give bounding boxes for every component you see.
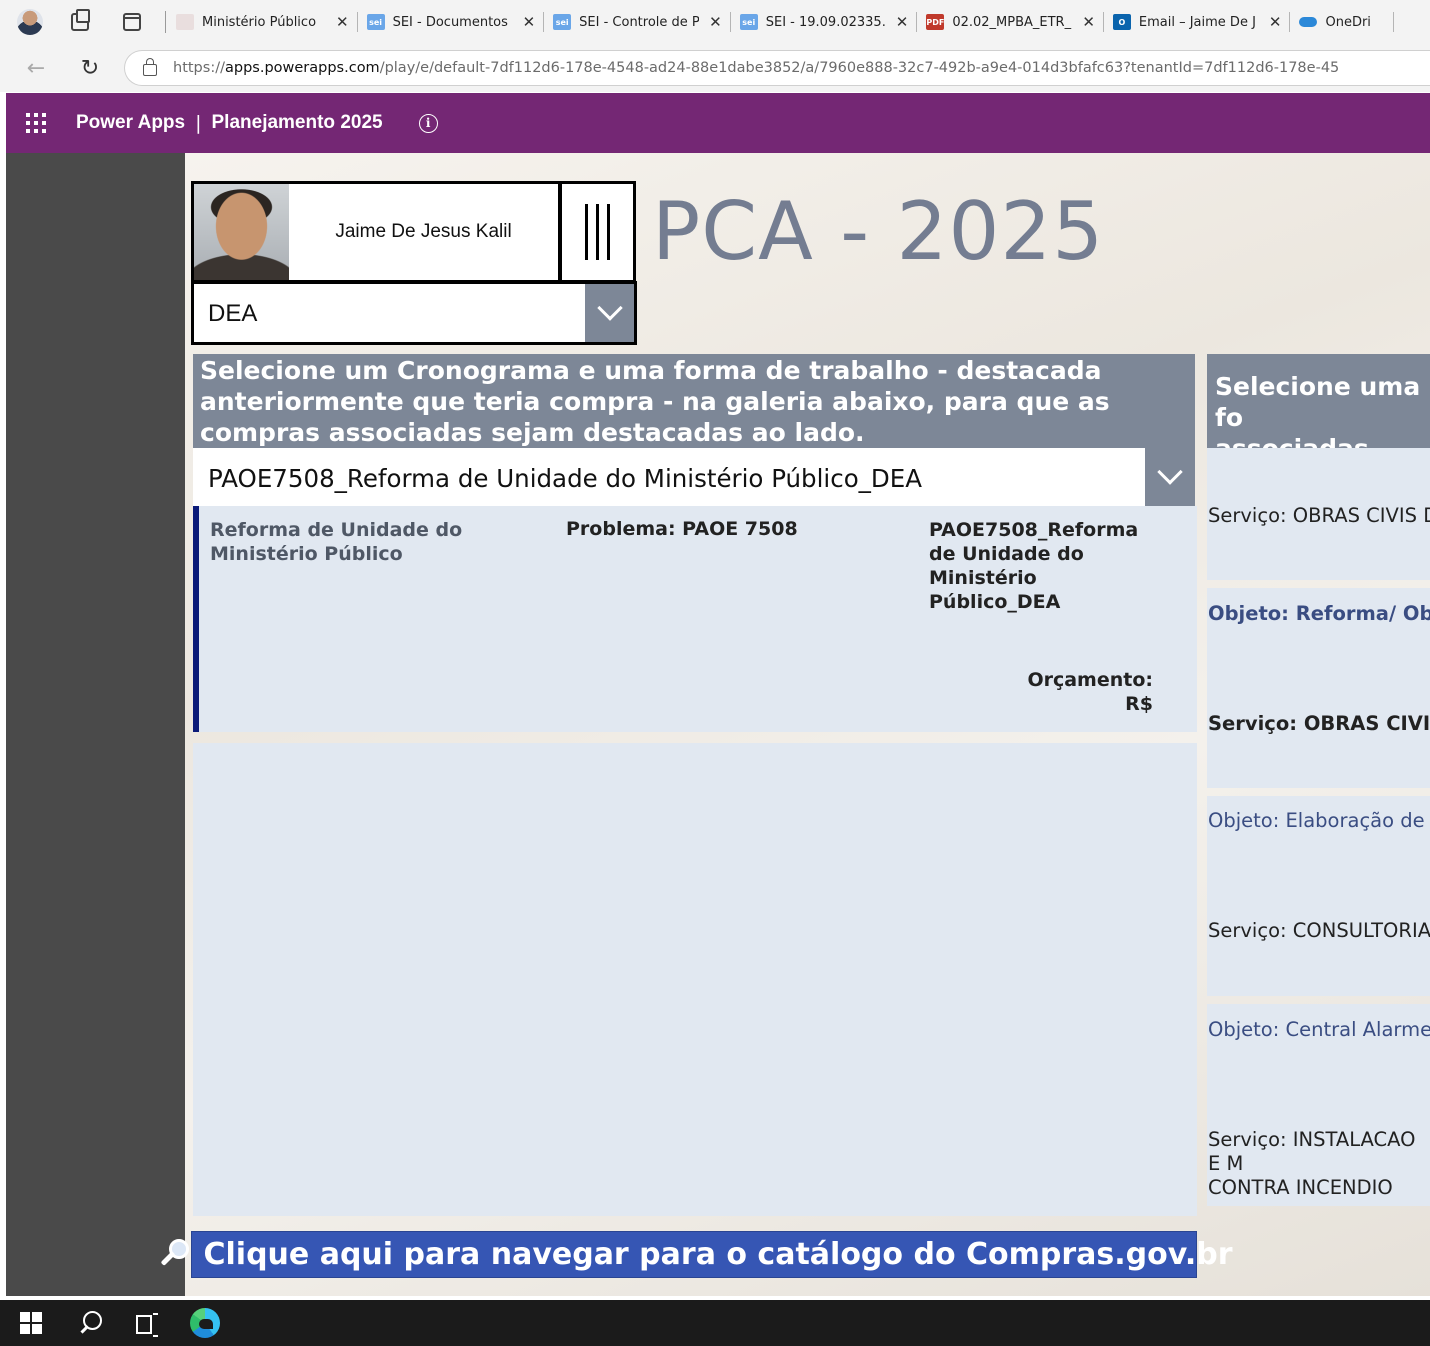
dropdown-toggle[interactable]: [1145, 448, 1195, 506]
lock-icon: [143, 58, 157, 76]
tab-title: SEI - Documentos: [392, 14, 508, 30]
magnifier-icon: [156, 1237, 192, 1273]
close-tab-icon[interactable]: ✕: [523, 13, 536, 31]
info-icon[interactable]: i: [418, 113, 438, 133]
dropdown-toggle[interactable]: [585, 284, 634, 342]
workspaces-icon[interactable]: [71, 9, 90, 31]
left-panel: [6, 153, 185, 1296]
app-launcher-icon[interactable]: [26, 113, 46, 133]
edge-browser-icon[interactable]: [190, 1308, 220, 1338]
purchase-service: Serviço: OBRAS CIVIS DE: [1208, 504, 1430, 527]
purchase-card[interactable]: Objeto: Elaboração de Serviço: CONSULTOR…: [1207, 796, 1430, 996]
gallery-item-selected[interactable]: Reforma de Unidade do Ministério Público…: [193, 506, 1197, 732]
chevron-down-icon: [596, 295, 623, 321]
tab-title: 02.02_MPBA_ETR_: [952, 14, 1072, 30]
user-card: Jaime De Jesus Kalil: [191, 181, 561, 283]
browser-tab[interactable]: OneDri: [1289, 6, 1395, 38]
browser-tab[interactable]: sei SEI - Controle de P ✕: [543, 6, 731, 38]
department-selected: DEA: [208, 300, 258, 327]
close-tab-icon[interactable]: ✕: [1269, 13, 1282, 31]
close-tab-icon[interactable]: ✕: [896, 13, 909, 31]
pdf-favicon-icon: PDF: [926, 14, 945, 30]
tab-title: OneDri: [1325, 14, 1371, 30]
cronograma-selected: PAOE7508_Reforma de Unidade do Ministéri…: [208, 464, 923, 493]
gallery-item-code: PAOE7508_Reforma de Unidade do Ministéri…: [929, 519, 1139, 613]
sei-favicon-icon: sei: [366, 14, 385, 30]
windows-taskbar: [0, 1300, 1430, 1346]
page-title: PCA - 2025: [652, 185, 1105, 278]
chevron-down-icon: [1157, 459, 1183, 485]
task-view-icon[interactable]: [136, 1313, 158, 1337]
catalog-navigation-button[interactable]: Clique aqui para navegar para o catálogo…: [160, 1231, 1233, 1278]
department-dropdown[interactable]: DEA: [191, 281, 637, 345]
windows-start-icon[interactable]: [20, 1312, 42, 1334]
browser-tab[interactable]: sei SEI - 19.09.02335.0 ✕: [730, 6, 917, 38]
outlook-favicon-icon: O: [1112, 14, 1131, 30]
browser-address-bar: ← ↻ https://apps.powerapps.com/play/e/de…: [0, 44, 1430, 92]
browser-tab[interactable]: PDF 02.02_MPBA_ETR_ ✕: [916, 6, 1104, 38]
browser-tab-bar: Ministério Público ✕ sei SEI - Documento…: [0, 0, 1430, 44]
user-name: Jaime De Jesus Kalil: [335, 221, 512, 242]
purchase-service: Serviço: OBRAS CIVIS DE: [1208, 712, 1430, 735]
purchase-object: Objeto: Reforma/ Obr: [1208, 602, 1430, 625]
url-prefix: https://: [173, 60, 225, 76]
tab-title: Ministério Público: [202, 14, 317, 30]
gallery-empty-area: [193, 743, 1197, 1216]
gallery-item-name: Reforma de Unidade do Ministério Público: [210, 519, 463, 565]
cronograma-dropdown[interactable]: PAOE7508_Reforma de Unidade do Ministéri…: [193, 448, 1195, 506]
search-icon[interactable]: [78, 1311, 102, 1335]
budget-value: R$: [1125, 693, 1153, 715]
browser-tab[interactable]: O Email – Jaime De J ✕: [1103, 6, 1291, 38]
tab-title: SEI - Controle de P: [579, 14, 700, 30]
refresh-icon[interactable]: ↻: [78, 56, 102, 81]
url-host: apps.powerapps.com: [224, 60, 380, 76]
product-name: Power Apps: [76, 112, 186, 133]
back-arrow-icon[interactable]: ←: [24, 56, 48, 81]
header-separator: |: [195, 112, 202, 134]
profile-avatar-icon[interactable]: [17, 9, 43, 35]
catalog-button-label: Clique aqui para navegar para o catálogo…: [203, 1237, 1233, 1272]
browser-tab[interactable]: sei SEI - Documentos ✕: [357, 6, 544, 38]
url-input[interactable]: https://apps.powerapps.com/play/e/defaul…: [124, 50, 1430, 86]
url-path: /play/e/default-7df112d6-178e-4548-ad24-…: [379, 60, 1340, 76]
instructions-banner: Selecione um Cronograma e uma forma de t…: [193, 354, 1195, 448]
tab-actions-icon[interactable]: [123, 13, 141, 31]
purchase-object: Objeto: Central Alarme: [1208, 1018, 1430, 1041]
onedrive-favicon-icon: [1299, 14, 1318, 30]
mp-favicon-icon: [176, 14, 194, 30]
right-panel-header: Selecione uma fo associadas sejam: [1207, 354, 1430, 448]
close-tab-icon[interactable]: ✕: [336, 13, 349, 31]
sei-favicon-icon: sei: [553, 14, 572, 30]
hamburger-menu-icon[interactable]: [559, 181, 636, 283]
gallery-item-problem: Problema: PAOE 7508: [566, 518, 798, 540]
user-photo: [194, 184, 289, 280]
purchase-service: Serviço: CONSULTORIA E: [1208, 919, 1430, 942]
purchase-object: Objeto: Elaboração de: [1208, 809, 1425, 832]
purchase-service: Serviço: INSTALACAO E M CONTRA INCENDIO: [1208, 1128, 1416, 1199]
close-tab-icon[interactable]: ✕: [1082, 13, 1095, 31]
purchase-card[interactable]: Serviço: OBRAS CIVIS DE: [1207, 448, 1430, 580]
budget-label: Orçamento:: [1027, 669, 1153, 691]
gallery-item-budget: Orçamento: R$: [1027, 668, 1153, 716]
close-tab-icon[interactable]: ✕: [709, 13, 722, 31]
browser-tab[interactable]: Ministério Público ✕: [166, 6, 358, 38]
tab-title: SEI - 19.09.02335.0: [765, 14, 886, 30]
purchase-card[interactable]: Objeto: Reforma/ Obr Serviço: OBRAS CIVI…: [1207, 588, 1430, 788]
purchase-card[interactable]: Objeto: Central Alarme Serviço: INSTALAC…: [1207, 1004, 1430, 1206]
powerapps-header: Power Apps | Planejamento 2025 i: [6, 93, 1430, 153]
tab-title: Email – Jaime De J: [1138, 14, 1256, 30]
sei-favicon-icon: sei: [739, 14, 758, 30]
app-name: Planejamento 2025: [211, 112, 383, 133]
